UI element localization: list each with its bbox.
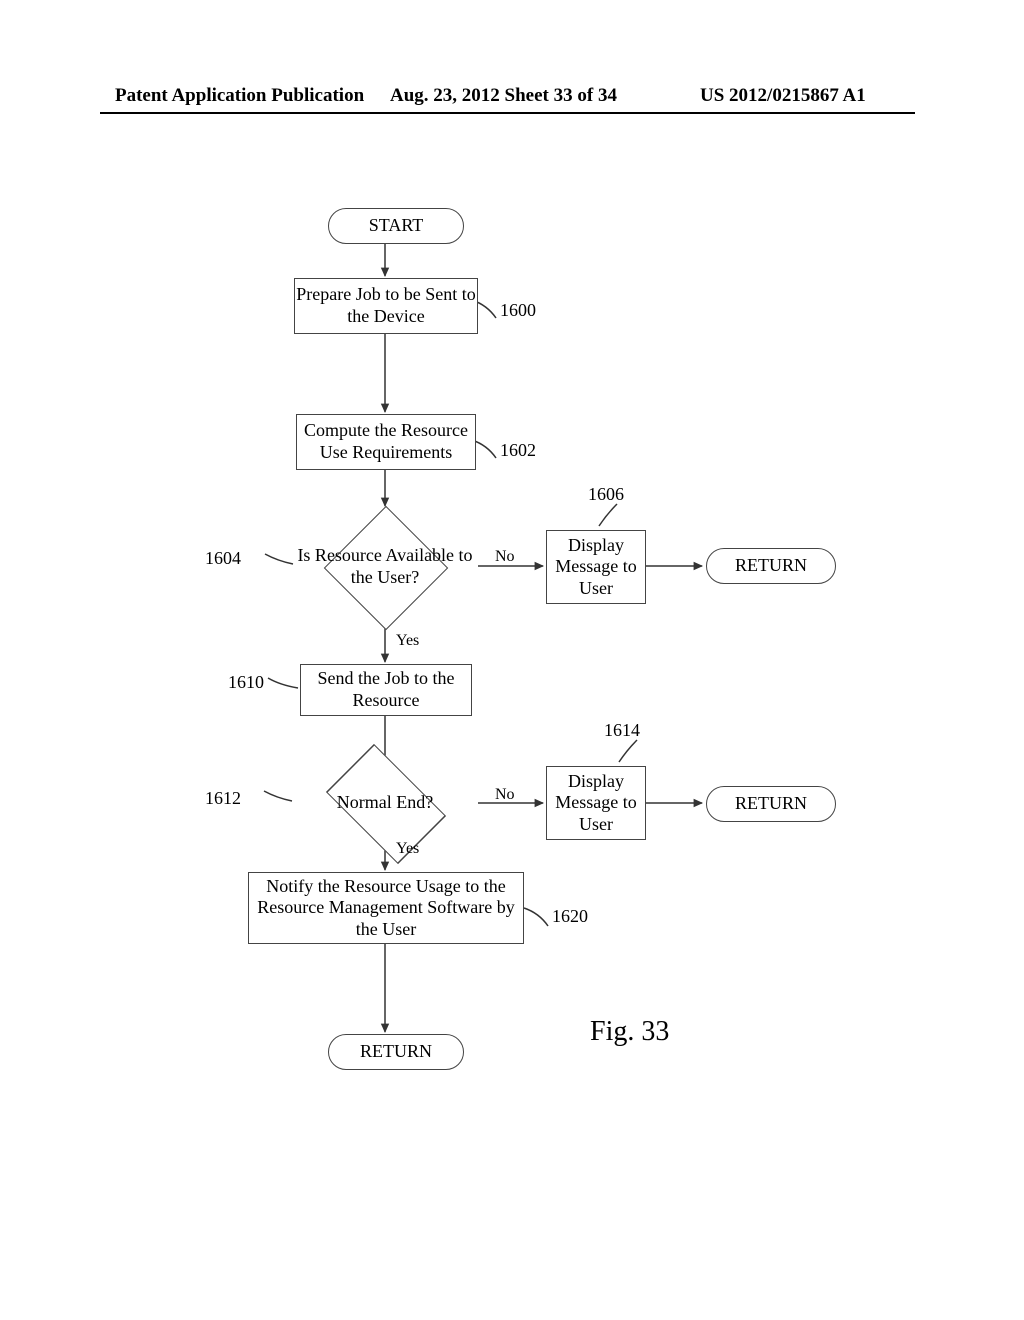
ref-1614: 1614 bbox=[604, 720, 640, 741]
figure-caption: Fig. 33 bbox=[590, 1016, 669, 1048]
connectors bbox=[0, 0, 1024, 1320]
header-right: US 2012/0215867 A1 bbox=[700, 85, 866, 107]
ref-1612: 1612 bbox=[205, 788, 241, 809]
no-label-1: No bbox=[495, 548, 515, 566]
yes-label-1: Yes bbox=[396, 632, 419, 650]
display1-label: Display Message to User bbox=[547, 535, 645, 600]
process-display-msg-2: Display Message to User bbox=[546, 766, 646, 840]
process-prepare-job: Prepare Job to be Sent to the Device bbox=[294, 278, 478, 334]
header-left: Patent Application Publication bbox=[115, 85, 364, 107]
prepare-label: Prepare Job to be Sent to the Device bbox=[295, 284, 477, 327]
ref-1620: 1620 bbox=[552, 906, 588, 927]
ref-1604: 1604 bbox=[205, 548, 241, 569]
ref-1610: 1610 bbox=[228, 672, 264, 693]
header-rule bbox=[100, 112, 915, 114]
return2-label: RETURN bbox=[735, 793, 807, 815]
ref-1600: 1600 bbox=[500, 300, 536, 321]
process-display-msg-1: Display Message to User bbox=[546, 530, 646, 604]
terminator-start: START bbox=[328, 208, 464, 244]
yes-label-2: Yes bbox=[396, 840, 419, 858]
no-label-2: No bbox=[495, 786, 515, 804]
process-send-job: Send the Job to the Resource bbox=[300, 664, 472, 716]
display2-label: Display Message to User bbox=[547, 771, 645, 836]
process-compute-resource: Compute the Resource Use Requirements bbox=[296, 414, 476, 470]
start-label: START bbox=[369, 215, 423, 237]
return3-label: RETURN bbox=[360, 1041, 432, 1063]
header-middle: Aug. 23, 2012 Sheet 33 of 34 bbox=[390, 85, 617, 107]
notify-label: Notify the Resource Usage to the Resourc… bbox=[249, 876, 523, 941]
sendjob-label: Send the Job to the Resource bbox=[301, 668, 471, 711]
process-notify: Notify the Resource Usage to the Resourc… bbox=[248, 872, 524, 944]
terminator-return-2: RETURN bbox=[706, 786, 836, 822]
decision-resource-available: Is Resource Available to the User? bbox=[292, 508, 478, 626]
terminator-return-3: RETURN bbox=[328, 1034, 464, 1070]
compute-label: Compute the Resource Use Requirements bbox=[297, 420, 475, 463]
terminator-return-1: RETURN bbox=[706, 548, 836, 584]
page: Patent Application Publication Aug. 23, … bbox=[0, 0, 1024, 1320]
ref-1606: 1606 bbox=[588, 484, 624, 505]
ref-1602: 1602 bbox=[500, 440, 536, 461]
decision-normal-end: Normal End? bbox=[292, 770, 478, 836]
return1-label: RETURN bbox=[735, 555, 807, 577]
